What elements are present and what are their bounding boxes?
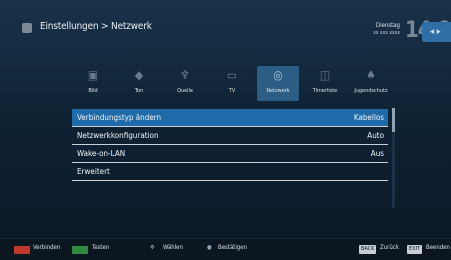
menu-item-label: Erweitert xyxy=(77,167,110,176)
tab-label: Quelle xyxy=(177,88,193,94)
tab-tv[interactable]: ▭ TV xyxy=(211,66,253,101)
hint-beenden: Beenden xyxy=(426,244,450,251)
menu-item-verbindungstyp[interactable]: Verbindungstyp ändern Kabellos xyxy=(72,109,388,127)
footer-hint-bar: Verbinden Testen ✥ Wählen ● Bestätigen B… xyxy=(0,238,451,260)
tab-label: Ton xyxy=(134,88,144,94)
arrow-icon: ◂ ▸ xyxy=(430,27,441,37)
tab-bild[interactable]: ▣ Bild xyxy=(72,66,114,101)
settings-icon xyxy=(22,23,32,33)
tab-label: TV xyxy=(228,88,236,94)
tab-label: Timerliste xyxy=(312,88,338,94)
picture-icon: ▣ xyxy=(87,68,99,82)
day-label: Dienstag xyxy=(375,22,400,29)
timer-icon: ◫ xyxy=(319,68,331,82)
hint-verbinden: Verbinden xyxy=(33,244,61,251)
green-key-icon xyxy=(72,246,88,254)
hint-bestaetigen: Bestätigen xyxy=(218,244,248,251)
speaker-icon: ◆ xyxy=(134,68,144,82)
tv-icon: ▭ xyxy=(226,68,238,82)
hint-waehlen: Wählen xyxy=(163,244,183,251)
channel-badge: ◂ ▸ xyxy=(422,22,451,42)
tab-netzwerk[interactable]: ◎ Netzwerk xyxy=(257,66,299,101)
ok-key-icon: ● xyxy=(207,244,212,251)
tab-ton[interactable]: ◆ Ton xyxy=(118,66,160,101)
header: Einstellungen > Netzwerk Dienstag xx xxx… xyxy=(0,0,451,62)
menu-item-value: Kabellos xyxy=(353,113,384,122)
menu-item-wake-on-lan[interactable]: Wake-on-LAN Aus xyxy=(72,145,388,163)
network-icon: ◎ xyxy=(273,68,283,82)
scrollbar-thumb[interactable] xyxy=(392,108,395,132)
lock-icon: ♠ xyxy=(366,68,376,82)
back-key-icon: BACK xyxy=(359,245,377,254)
category-bar: ▣ Bild ◆ Ton ♆ Quelle ▭ TV ◎ Netzwerk ◫ … xyxy=(70,66,392,101)
exit-key-icon: EXIT xyxy=(407,245,422,254)
date-block: Dienstag xx xxx xxxx xyxy=(360,22,400,37)
date-label: xx xxx xxxx xyxy=(373,30,400,36)
tab-timerliste[interactable]: ◫ Timerliste xyxy=(304,66,346,101)
tab-label: Netzwerk xyxy=(266,88,290,94)
scrollbar[interactable] xyxy=(392,108,395,208)
red-key-icon xyxy=(14,246,30,254)
menu-item-netzwerkkonfiguration[interactable]: Netzwerkkonfiguration Auto xyxy=(72,127,388,145)
source-icon: ♆ xyxy=(180,68,190,82)
menu-item-erweitert[interactable]: Erweitert xyxy=(72,163,388,181)
tab-label: Jugendschutz xyxy=(354,88,388,94)
menu-item-label: Verbindungstyp ändern xyxy=(77,113,162,122)
hint-testen: Testen xyxy=(92,244,110,251)
settings-menu: Verbindungstyp ändern Kabellos Netzwerkk… xyxy=(72,109,388,181)
menu-item-label: Netzwerkkonfiguration xyxy=(77,131,159,140)
menu-item-value: Aus xyxy=(370,149,384,158)
tab-quelle[interactable]: ♆ Quelle xyxy=(164,66,206,101)
hint-zurueck: Zurück xyxy=(380,244,399,251)
dpad-icon: ✥ xyxy=(150,244,155,251)
menu-item-label: Wake-on-LAN xyxy=(77,149,126,158)
tab-jugendschutz[interactable]: ♠ Jugendschutz xyxy=(350,66,392,101)
tab-label: Bild xyxy=(88,88,98,94)
tv-settings-screen: Einstellungen > Netzwerk Dienstag xx xxx… xyxy=(0,0,451,260)
breadcrumb: Einstellungen > Netzwerk xyxy=(40,21,152,32)
menu-item-value: Auto xyxy=(367,131,384,140)
